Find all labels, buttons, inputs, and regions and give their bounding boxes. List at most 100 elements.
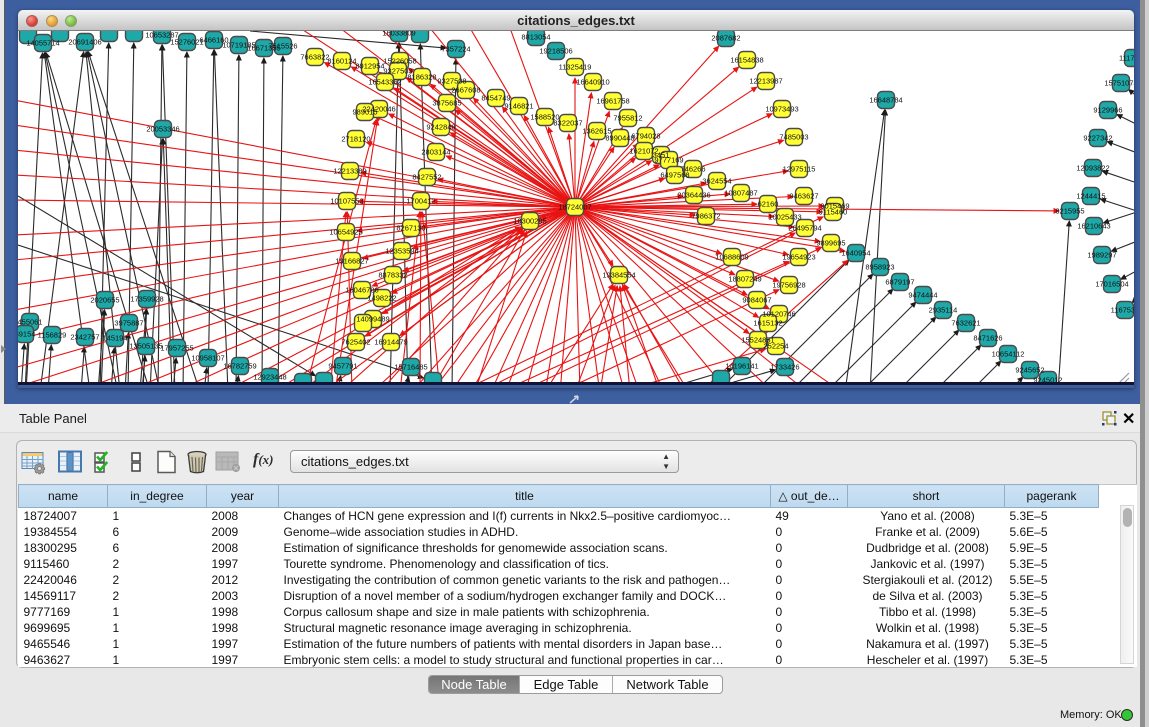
- svg-text:19756928: 19756928: [772, 281, 805, 290]
- svg-text:2667608: 2667608: [451, 86, 480, 95]
- svg-text:7515526: 7515526: [268, 42, 297, 51]
- svg-text:10107553: 10107553: [330, 197, 363, 206]
- svg-text:9227342: 9227342: [1083, 134, 1112, 143]
- svg-text:746266: 746266: [680, 165, 705, 174]
- svg-text:8471626: 8471626: [973, 334, 1002, 343]
- svg-text:16543362: 16543362: [368, 78, 401, 87]
- svg-text:8878332: 8878332: [378, 271, 407, 280]
- svg-text:9245652: 9245652: [1015, 366, 1044, 375]
- svg-text:19654923: 19654923: [782, 253, 815, 262]
- svg-text:10025433: 10025433: [768, 213, 801, 222]
- svg-text:13505135: 13505135: [129, 342, 162, 351]
- svg-text:2935114: 2935114: [929, 306, 958, 315]
- svg-text:7955812: 7955812: [613, 114, 642, 123]
- svg-text:1615132: 1615132: [753, 319, 782, 328]
- svg-text:8186328: 8186328: [407, 73, 436, 82]
- svg-text:7357224: 7357224: [441, 45, 470, 54]
- svg-text:8813054: 8813054: [521, 33, 550, 42]
- svg-text:16914479: 16914479: [374, 338, 407, 347]
- svg-text:10958107: 10958107: [191, 354, 224, 363]
- svg-text:17359928: 17359928: [130, 295, 163, 304]
- svg-text:15716485: 15716485: [394, 363, 427, 372]
- svg-text:16782759: 16782759: [223, 362, 256, 371]
- svg-text:12093822: 12093822: [1076, 164, 1109, 173]
- svg-text:15226058: 15226058: [383, 57, 416, 66]
- svg-text:12923448: 12923448: [253, 373, 286, 382]
- svg-text:1156829: 1156829: [38, 331, 67, 340]
- svg-text:9146821: 9146821: [504, 102, 533, 111]
- svg-text:16033809: 16033809: [382, 31, 415, 38]
- svg-text:3875685: 3875685: [432, 99, 461, 108]
- svg-text:7663822: 7663822: [300, 53, 329, 62]
- svg-text:10807487: 10807487: [724, 189, 757, 198]
- svg-text:12213389: 12213389: [333, 167, 366, 176]
- svg-text:10120746: 10120746: [762, 310, 795, 319]
- svg-text:252254: 252254: [763, 342, 788, 351]
- svg-text:14055714: 14055714: [26, 39, 59, 48]
- svg-text:7632621: 7632621: [951, 319, 980, 328]
- svg-text:1700412: 1700412: [406, 197, 435, 206]
- svg-text:15751074: 15751074: [1104, 79, 1134, 88]
- svg-text:8160124: 8160124: [327, 57, 356, 66]
- svg-text:26495794: 26495794: [788, 224, 821, 233]
- svg-text:9129966: 9129966: [1093, 106, 1122, 115]
- svg-text:2342757: 2342757: [70, 333, 99, 342]
- svg-text:62160: 62160: [758, 200, 779, 209]
- svg-text:3975887: 3975887: [114, 319, 143, 328]
- svg-text:10654112: 10654112: [992, 350, 1025, 359]
- svg-text:20691406: 20691406: [68, 38, 101, 47]
- svg-text:20053346: 20053346: [146, 125, 179, 134]
- svg-text:8215955: 8215955: [1055, 207, 1084, 216]
- svg-text:9245012: 9245012: [1033, 376, 1062, 385]
- svg-text:16154838: 16154838: [730, 56, 763, 65]
- svg-text:10973493: 10973493: [765, 105, 798, 114]
- svg-text:8990448: 8990448: [605, 134, 634, 143]
- svg-text:18724007: 18724007: [558, 203, 591, 212]
- svg-text:14099489: 14099489: [356, 315, 389, 324]
- svg-text:16648784: 16648784: [869, 96, 902, 105]
- svg-text:12213987: 12213987: [749, 77, 782, 86]
- svg-text:17016504: 17016504: [1095, 280, 1128, 289]
- svg-text:145194: 145194: [102, 334, 127, 343]
- svg-text:1640954: 1640954: [841, 249, 870, 258]
- svg-text:16961758: 16961758: [596, 97, 629, 106]
- svg-text:14196141: 14196141: [725, 362, 758, 371]
- svg-text:10688609: 10688609: [715, 253, 748, 262]
- svg-text:989015: 989015: [352, 108, 377, 117]
- svg-text:7625402: 7625402: [341, 338, 370, 347]
- svg-text:1117236: 1117236: [1119, 54, 1134, 63]
- svg-text:39154: 39154: [18, 330, 35, 339]
- svg-text:6794028: 6794028: [631, 132, 660, 141]
- svg-text:7485003: 7485003: [779, 133, 808, 142]
- svg-text:1244415: 1244415: [1076, 192, 1105, 201]
- svg-text:2718120: 2718120: [341, 135, 370, 144]
- svg-text:9115460: 9115460: [819, 208, 848, 217]
- svg-text:17957255: 17957255: [160, 344, 193, 353]
- svg-text:455061: 455061: [18, 318, 43, 327]
- svg-text:1167533: 1167533: [1111, 306, 1134, 315]
- svg-text:9327508: 9327508: [437, 77, 466, 86]
- svg-text:9457791: 9457791: [328, 362, 357, 371]
- svg-text:9463627: 9463627: [789, 192, 818, 201]
- svg-text:9777169: 9777169: [654, 156, 683, 165]
- svg-text:3624554: 3624554: [702, 177, 731, 186]
- svg-text:9242848: 9242848: [426, 123, 455, 132]
- svg-text:9474444: 9474444: [908, 291, 937, 300]
- svg-text:8267130: 8267130: [396, 224, 425, 233]
- svg-text:11325419: 11325419: [559, 63, 592, 72]
- svg-text:20364436: 20364436: [677, 191, 710, 200]
- svg-text:1733426: 1733426: [770, 363, 799, 372]
- svg-text:16640910: 16640910: [576, 78, 609, 87]
- svg-text:7986372: 7986372: [691, 212, 720, 221]
- svg-text:19384554: 19384554: [602, 271, 635, 280]
- svg-text:10654925: 10654925: [329, 228, 362, 237]
- svg-text:1989297: 1989297: [1087, 251, 1116, 260]
- svg-text:1498222: 1498222: [367, 294, 396, 303]
- svg-text:12353594: 12353594: [385, 247, 418, 256]
- svg-text:18300295: 18300295: [513, 217, 546, 226]
- svg-text:6879197: 6879197: [885, 278, 914, 287]
- svg-text:18807249: 18807249: [728, 275, 761, 284]
- svg-text:19218506: 19218506: [539, 47, 572, 56]
- svg-text:16210643: 16210643: [1077, 222, 1110, 231]
- svg-text:2087682: 2087682: [711, 34, 740, 43]
